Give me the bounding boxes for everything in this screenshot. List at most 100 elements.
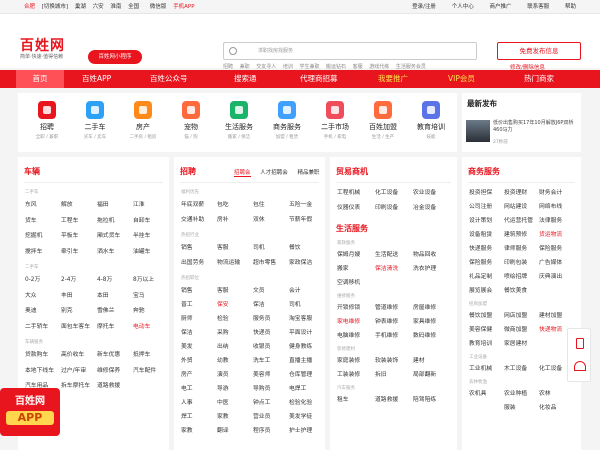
category-link[interactable]: 保险服务 (469, 257, 504, 266)
category-link[interactable]: 宝马 (133, 290, 169, 299)
category-link[interactable]: 物品回收 (413, 249, 451, 258)
category-link[interactable]: 过户/年审 (61, 365, 97, 374)
category-link[interactable]: 检验化验 (289, 397, 325, 406)
nav-merchants[interactable]: 热门商家 (524, 70, 554, 88)
category-link[interactable]: 家庭装修 (337, 355, 375, 364)
category-link[interactable]: 餐饮 (289, 242, 325, 251)
category-link[interactable]: 交通补助 (181, 214, 217, 223)
category-link[interactable]: 外贸 (181, 355, 217, 364)
category-link[interactable]: 中医 (217, 397, 253, 406)
category-link[interactable]: 保安 (217, 299, 253, 308)
tab-parttime[interactable]: 精品兼职 (298, 170, 320, 176)
nav-search[interactable]: 搜索通 (234, 70, 257, 88)
category-link[interactable]: 设计策划 (469, 215, 504, 224)
category-link[interactable]: 电动车 (133, 321, 169, 330)
category-link[interactable]: 搅拌车 (25, 246, 61, 255)
user-center-link[interactable]: 个人中心 (452, 4, 474, 10)
category-link[interactable]: 仓库管理 (289, 369, 325, 378)
business-heading[interactable]: 商务服务 (468, 166, 500, 177)
city-link-luan[interactable]: 六安 (93, 4, 104, 10)
category-link[interactable]: 建材 (413, 355, 451, 364)
category-link[interactable]: 洗车工 (253, 355, 289, 364)
category-link[interactable]: 新车优惠 (97, 349, 133, 358)
category-link[interactable]: 出国劳务 (181, 257, 217, 266)
category-link[interactable]: 法律服务 (539, 215, 574, 224)
category-link[interactable]: 油罐车 (133, 246, 169, 255)
category-link[interactable]: 贷款购车 (25, 349, 61, 358)
job-heading[interactable]: 招聘 (180, 166, 196, 177)
mini-program-button[interactable]: 百姓网小程序 (88, 50, 142, 64)
category-link[interactable]: 奥迪 (25, 305, 61, 314)
category-item[interactable]: 二手车 买车 / 卖车 (70, 95, 120, 141)
mobile-app-link[interactable]: 手机APP (173, 4, 194, 10)
search-input[interactable]: 求职找房找服务 (258, 43, 293, 59)
category-link[interactable]: 淘宝客服 (289, 313, 325, 322)
category-link[interactable]: 庆典演出 (539, 271, 574, 280)
help-link[interactable]: 帮助 (565, 4, 576, 10)
category-link[interactable]: 五险一金 (289, 199, 325, 208)
category-link[interactable]: 高价收车 (61, 349, 97, 358)
category-link[interactable]: 租车 (337, 394, 375, 403)
category-link[interactable]: 解放 (61, 199, 97, 208)
category-link[interactable]: 本地下线车 (25, 365, 61, 374)
tab-job-fair[interactable]: 招聘会 (234, 170, 251, 177)
current-city[interactable]: 合肥 (24, 4, 35, 10)
category-link[interactable]: 房补 (217, 214, 253, 223)
category-link[interactable]: 家具维修 (413, 316, 451, 325)
category-link[interactable]: 挖掘机 (25, 230, 61, 239)
app-download-ad[interactable]: 百姓网 APP (0, 388, 60, 436)
category-link[interactable]: 生活配送 (375, 249, 413, 258)
category-item[interactable]: 二手市场 手机 / 家电 (310, 95, 360, 141)
category-link[interactable]: 餐饮美食 (504, 285, 539, 294)
category-link[interactable]: 收银员 (253, 341, 289, 350)
category-link[interactable]: 抵押车 (133, 349, 169, 358)
category-link[interactable]: 礼品定制 (469, 271, 504, 280)
category-link[interactable]: 雪佛兰 (97, 305, 133, 314)
category-link[interactable]: 餐饮加盟 (469, 310, 504, 319)
category-link[interactable]: 喷绘招牌 (504, 271, 539, 280)
category-link[interactable]: 网站建设 (504, 201, 539, 210)
category-link[interactable]: 工业机械 (469, 363, 504, 372)
latest-title[interactable]: 低价出售购买17年10月解放J6P双桥460马力 (493, 120, 578, 134)
category-link[interactable]: 陪驾陪练 (413, 394, 451, 403)
category-link[interactable]: 保姆月嫂 (337, 249, 375, 258)
switch-city-link[interactable]: [切换城市] (42, 4, 68, 10)
city-link-all[interactable]: 全国 (128, 4, 139, 10)
category-link[interactable]: 幼教 (217, 355, 253, 364)
category-link[interactable]: 东风 (25, 199, 61, 208)
category-link[interactable]: 货运物流 (539, 229, 574, 238)
category-link[interactable]: 公司注册 (469, 201, 504, 210)
category-link[interactable]: 普工 (181, 299, 217, 308)
category-link[interactable]: 演员 (217, 369, 253, 378)
city-link-chaohu[interactable]: 巢湖 (75, 4, 86, 10)
category-link[interactable]: 文员 (253, 285, 289, 294)
category-item[interactable]: 商务服务 加盟 / 租赁 (262, 95, 312, 141)
category-link[interactable]: 保洁 (253, 299, 289, 308)
nav-vip[interactable]: VIP会员 (448, 70, 475, 88)
category-link[interactable]: 平板车 (61, 230, 97, 239)
category-link[interactable]: 护士护理 (289, 425, 325, 434)
category-link[interactable]: 销售 (181, 242, 217, 251)
category-link[interactable]: 电脑维修 (337, 330, 375, 339)
category-link[interactable]: 搬家 (337, 263, 375, 272)
category-link[interactable]: 大众 (25, 290, 61, 299)
category-link[interactable]: 健身教练 (289, 341, 325, 350)
category-link[interactable]: 别克 (61, 305, 97, 314)
category-link[interactable]: 服务员 (253, 313, 289, 322)
site-logo[interactable]: 百姓网 简单·快速·值得信赖 (20, 38, 70, 61)
category-link[interactable]: 家教 (217, 411, 253, 420)
category-link[interactable]: 家电维修 (337, 316, 375, 325)
category-link[interactable]: 半挂车 (133, 230, 169, 239)
category-item[interactable]: 百姓加盟 生活 / 生产 (358, 95, 408, 141)
category-link[interactable]: 会计 (289, 285, 325, 294)
category-link[interactable]: 房屋维修 (413, 302, 451, 311)
login-link[interactable]: 登录/注册 (412, 4, 436, 10)
category-link[interactable]: 厢式货车 (97, 230, 133, 239)
category-link[interactable]: 家居建材 (504, 338, 539, 347)
category-link[interactable]: 客服 (217, 285, 253, 294)
category-link[interactable]: 快递服务 (469, 243, 504, 252)
category-link[interactable]: 网店加盟 (504, 310, 539, 319)
category-link[interactable]: 包吃 (217, 199, 253, 208)
category-link[interactable]: 保险服务 (539, 243, 574, 252)
category-link[interactable]: 美发 (181, 341, 217, 350)
